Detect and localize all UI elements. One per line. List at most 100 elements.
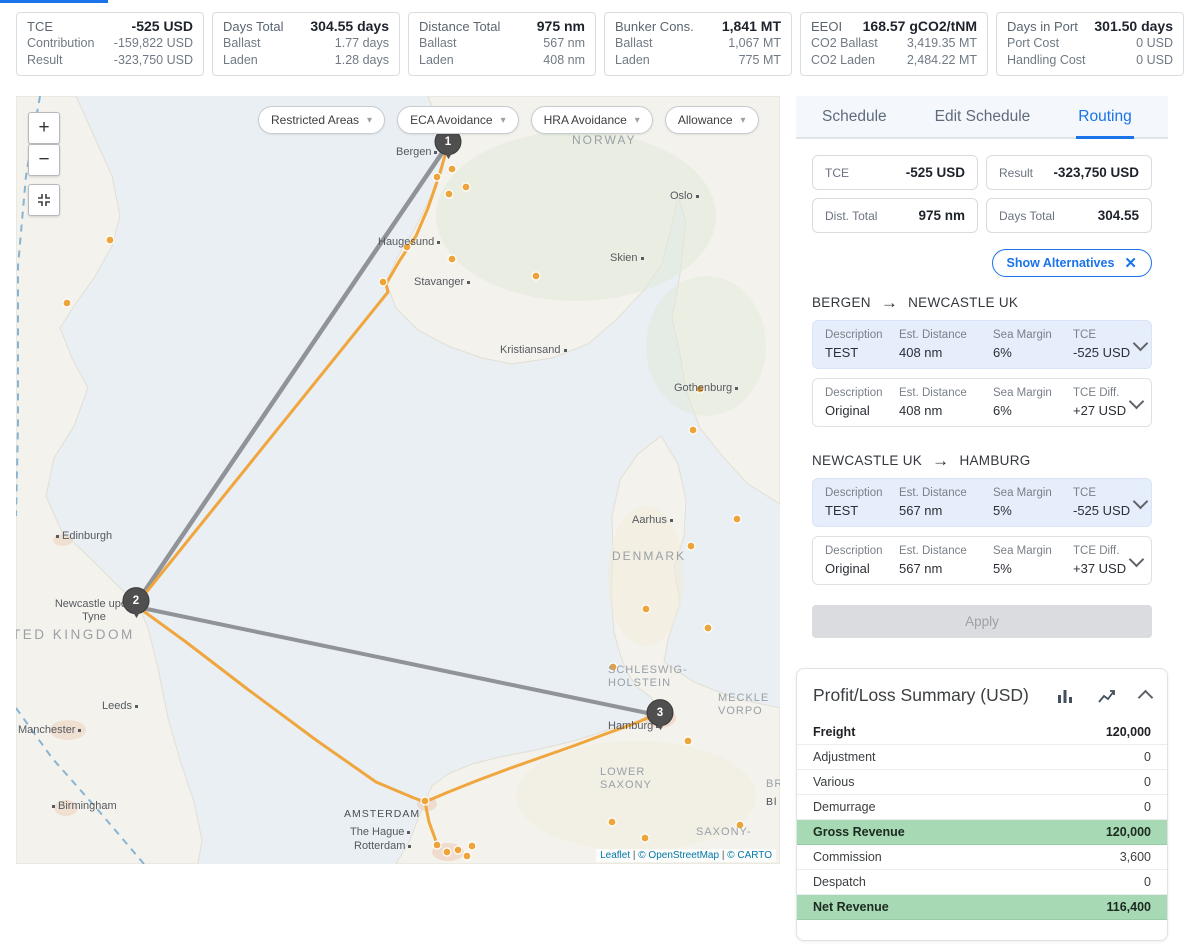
alt-column: Est. Distance408 nm bbox=[899, 329, 993, 360]
map-base-layer bbox=[16, 96, 780, 864]
leaflet-link[interactable]: Leaflet bbox=[600, 850, 630, 861]
alt-column-header: Description bbox=[825, 545, 899, 557]
alt-column-header: Sea Margin bbox=[993, 545, 1073, 557]
stat-label: Handling Cost bbox=[1007, 52, 1086, 69]
stat-value: 1.28 days bbox=[335, 52, 389, 69]
zoom-out-button[interactable]: − bbox=[28, 144, 60, 176]
alt-column: Description Original bbox=[825, 545, 899, 576]
route-alternative-card[interactable]: DescriptionTESTEst. Distance567 nmSea Ma… bbox=[812, 478, 1152, 527]
marker-number: 1 bbox=[445, 136, 451, 148]
map-filter-label: Allowance bbox=[678, 113, 733, 127]
attr-separator: | bbox=[633, 850, 636, 861]
alt-column-value: 408 nm bbox=[899, 403, 993, 418]
stat-line: Days Total304.55 days bbox=[223, 18, 389, 35]
alt-column-value: Original bbox=[825, 561, 899, 576]
marker-number: 3 bbox=[657, 707, 663, 719]
stat-value: 1,067 MT bbox=[728, 35, 781, 52]
panel-stat-value: 304.55 bbox=[1098, 208, 1139, 223]
panel-stat-value: -323,750 USD bbox=[1053, 165, 1139, 180]
stat-value: 408 nm bbox=[543, 52, 585, 69]
alt-column-value: 567 nm bbox=[899, 561, 993, 576]
fit-bounds-button[interactable] bbox=[28, 184, 60, 216]
map-attribution: Leaflet | © OpenStreetMap | © CARTO bbox=[596, 849, 776, 862]
stat-value: 301.50 days bbox=[1094, 18, 1173, 35]
pnl-row-label: Gross Revenue bbox=[813, 825, 905, 839]
alt-column-value: 567 nm bbox=[899, 503, 993, 518]
alt-column: DescriptionTEST bbox=[825, 487, 899, 518]
stat-label: Contribution bbox=[27, 35, 94, 52]
panel-stat-label: Dist. Total bbox=[825, 209, 877, 223]
alt-column-header: Sea Margin bbox=[993, 329, 1073, 341]
close-icon[interactable]: ✕ bbox=[1124, 254, 1137, 272]
map-filter-allowance[interactable]: Allowance▾ bbox=[665, 106, 759, 134]
pnl-summary-card: Profit/Loss Summary (USD) Freight120,000… bbox=[796, 668, 1168, 941]
pnl-title: Profit/Loss Summary (USD) bbox=[813, 685, 1056, 706]
alt-column-header: TCE bbox=[1073, 487, 1130, 499]
pnl-row-label: Commission bbox=[813, 850, 882, 864]
apply-button[interactable]: Apply bbox=[812, 605, 1152, 638]
osm-link[interactable]: © OpenStreetMap bbox=[638, 850, 719, 861]
chevron-down-icon[interactable] bbox=[1133, 335, 1149, 351]
pnl-row-value: 0 bbox=[1144, 750, 1151, 764]
alt-column-value: 408 nm bbox=[899, 345, 993, 360]
alt-column-header: Description bbox=[825, 487, 899, 499]
alt-column: TCE-525 USD bbox=[1073, 487, 1130, 518]
route-waypoint-marker[interactable]: 3 bbox=[647, 699, 674, 726]
stat-line: CO2 Laden 2,484.22 MT bbox=[811, 52, 977, 69]
alt-column: TCE Diff.+37 USD bbox=[1073, 545, 1126, 576]
chevron-down-icon[interactable] bbox=[1129, 551, 1145, 567]
stat-value: 3,419.35 MT bbox=[907, 35, 977, 52]
stat-value: 1,841 MT bbox=[722, 18, 781, 35]
panel-stat-value: 975 nm bbox=[918, 208, 965, 223]
alt-column-header: Description bbox=[825, 387, 899, 399]
route-alternative-card[interactable]: DescriptionTESTEst. Distance408 nmSea Ma… bbox=[812, 320, 1152, 369]
stat-card: Days Total304.55 daysBallast1.77 daysLad… bbox=[212, 12, 400, 76]
tab-routing[interactable]: Routing bbox=[1076, 96, 1133, 139]
stat-value: -159,822 USD bbox=[114, 35, 193, 52]
chevron-down-icon[interactable] bbox=[1133, 493, 1149, 509]
panel-stat-value: -525 USD bbox=[906, 165, 965, 180]
stat-value: 975 nm bbox=[537, 18, 585, 35]
route-waypoint-marker[interactable]: 2 bbox=[123, 587, 150, 614]
tab-edit-schedule[interactable]: Edit Schedule bbox=[933, 96, 1033, 139]
stat-label: Laden bbox=[615, 52, 650, 69]
stat-line: Laden 408 nm bbox=[419, 52, 585, 69]
alt-column-header: Sea Margin bbox=[993, 487, 1073, 499]
zoom-in-button[interactable]: + bbox=[28, 112, 60, 144]
map-filter-hra-avoidance[interactable]: HRA Avoidance▾ bbox=[531, 106, 653, 134]
trend-chart-icon[interactable] bbox=[1098, 687, 1116, 705]
carto-link[interactable]: © CARTO bbox=[727, 850, 772, 861]
stat-card: Distance Total975 nmBallast567 nmLaden40… bbox=[408, 12, 596, 76]
attr-separator: | bbox=[722, 850, 725, 861]
pnl-row-value: 0 bbox=[1144, 875, 1151, 889]
route-alternative-card[interactable]: DescriptionOriginalEst. Distance567 nmSe… bbox=[812, 536, 1152, 585]
stat-value: -525 USD bbox=[132, 18, 193, 35]
chevron-down-icon: ▾ bbox=[501, 115, 506, 126]
stat-label: CO2 Laden bbox=[811, 52, 875, 69]
pnl-row: Despatch0 bbox=[797, 870, 1167, 895]
voyage-map[interactable]: Restricted Areas▾ ECA Avoidance▾ HRA Avoid… bbox=[16, 96, 780, 864]
stat-line: Port Cost0 USD bbox=[1007, 35, 1173, 52]
stat-label: Ballast bbox=[223, 35, 261, 52]
route-alternative-card[interactable]: DescriptionOriginalEst. Distance408 nmSe… bbox=[812, 378, 1152, 427]
leg-from-port: NEWCASTLE UK bbox=[812, 453, 922, 468]
panel-stat-card: Days Total304.55 bbox=[986, 198, 1152, 233]
stat-value: 775 MT bbox=[739, 52, 781, 69]
pnl-row-value: 0 bbox=[1144, 775, 1151, 789]
bar-chart-icon[interactable] bbox=[1056, 687, 1074, 705]
panel-stat-label: TCE bbox=[825, 166, 849, 180]
chevron-down-icon[interactable] bbox=[1129, 393, 1145, 409]
marker-number: 2 bbox=[133, 595, 139, 607]
stat-line: Laden 775 MT bbox=[615, 52, 781, 69]
alt-column: TCE Diff.+27 USD bbox=[1073, 387, 1126, 418]
pnl-row: Freight120,000 bbox=[797, 720, 1167, 745]
show-alternatives-button[interactable]: Show Alternatives ✕ bbox=[992, 249, 1152, 277]
chevron-up-icon[interactable] bbox=[1138, 690, 1154, 706]
stat-label: Laden bbox=[223, 52, 258, 69]
stat-value: 2,484.22 MT bbox=[907, 52, 977, 69]
pnl-row: Various0 bbox=[797, 770, 1167, 795]
map-filter-eca-avoidance[interactable]: ECA Avoidance▾ bbox=[397, 106, 519, 134]
map-filter-restricted-areas[interactable]: Restricted Areas▾ bbox=[258, 106, 385, 134]
tab-schedule[interactable]: Schedule bbox=[820, 96, 889, 139]
stat-label: Laden bbox=[419, 52, 454, 69]
